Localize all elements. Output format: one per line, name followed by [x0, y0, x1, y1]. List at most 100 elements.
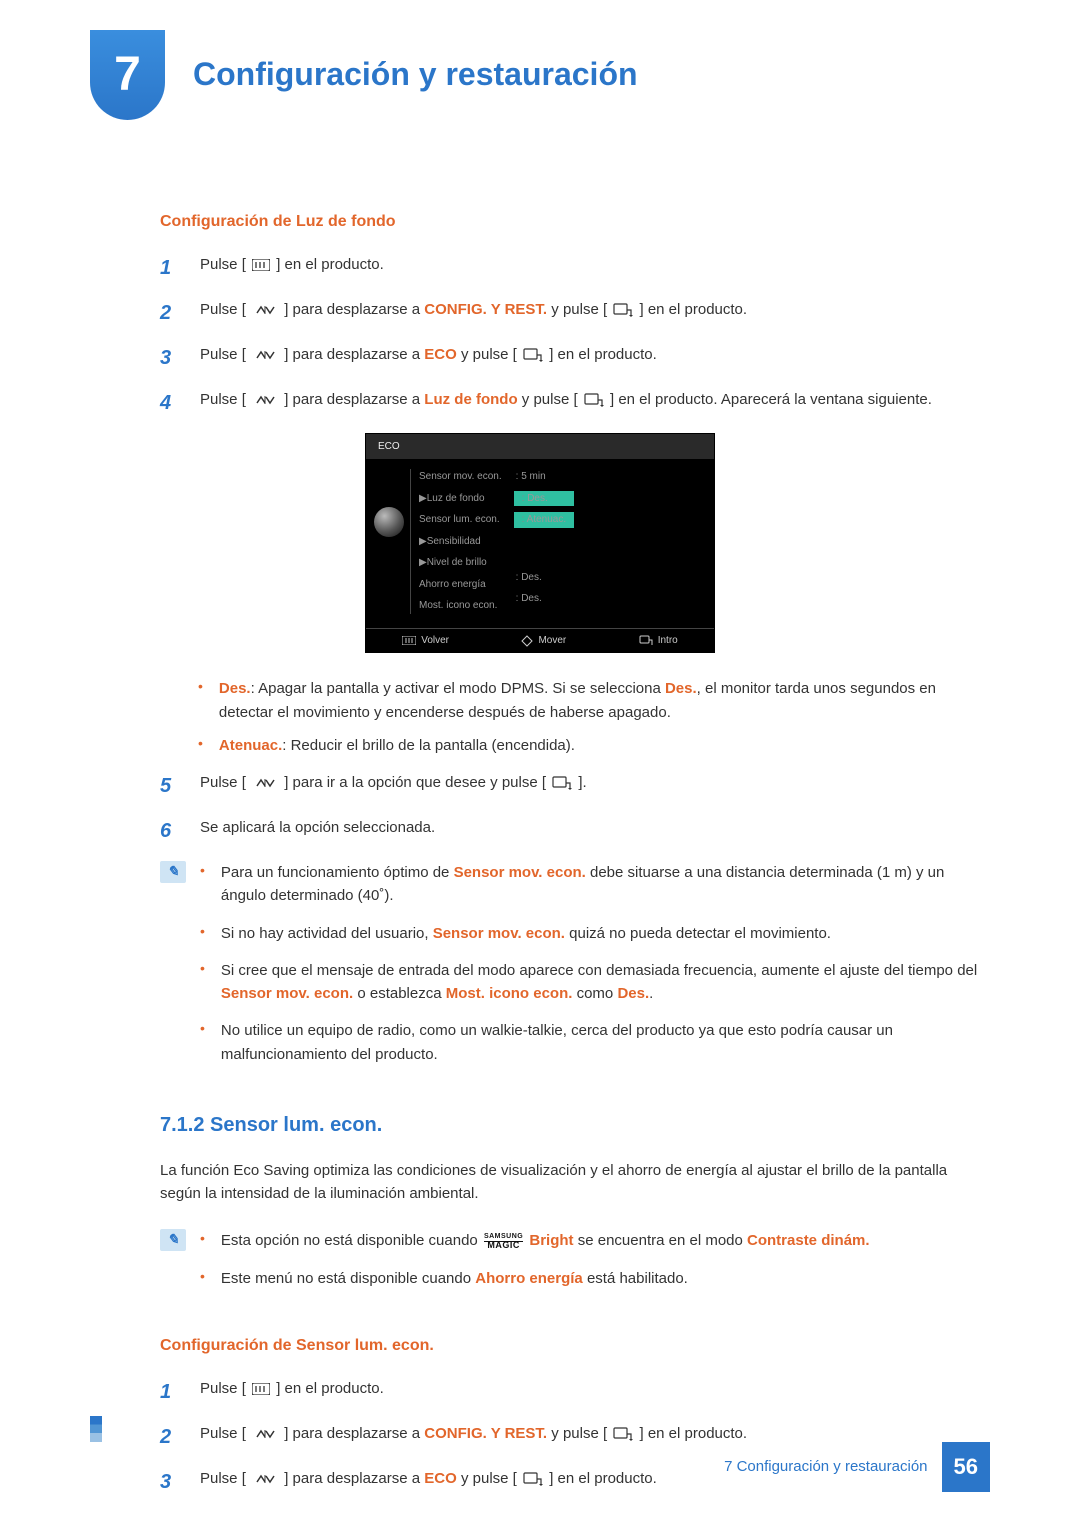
chapter-title: Configuración y restauración: [193, 30, 638, 100]
text: ] en el producto.: [640, 1425, 748, 1442]
osd-label: Ahorro energía: [419, 577, 502, 593]
highlight: Contraste dinám.: [747, 1232, 870, 1249]
step: 3 Pulse [ ] para desplazarse a ECO y pul…: [160, 343, 990, 374]
menu-icon: [252, 259, 270, 271]
right-arrow-icon: ▶: [419, 536, 427, 547]
bullet-icon: •: [200, 959, 205, 1006]
text: ] para desplazarse a: [284, 391, 424, 408]
text: y pulse [: [551, 1425, 607, 1442]
bullet-icon: •: [200, 1229, 205, 1252]
osd-title: ECO: [366, 434, 714, 460]
list-item: • No utilice un equipo de radio, como un…: [200, 1019, 990, 1066]
text: ] en el producto. Aparecerá la ventana s…: [610, 391, 932, 408]
highlight: Bright: [529, 1232, 573, 1249]
step-number: 3: [160, 343, 182, 374]
highlight: Des.: [665, 680, 697, 697]
enter-small-icon: [639, 635, 653, 647]
page-footer: 7 Configuración y restauración 56: [90, 1442, 990, 1498]
osd-knob-icon: [374, 507, 404, 537]
text: ] en el producto.: [276, 1380, 384, 1397]
highlight: Sensor mov. econ.: [454, 864, 586, 881]
updown-icon: [252, 349, 278, 361]
bullet-icon: •: [198, 677, 203, 724]
list-item: • Si no hay actividad del usuario, Senso…: [200, 922, 990, 945]
text: ] para desplazarse a: [284, 1425, 424, 1442]
bullet-icon: •: [198, 734, 203, 757]
updown-icon: [252, 1428, 278, 1440]
step-number: 5: [160, 771, 182, 802]
highlight: Ahorro energía: [475, 1270, 583, 1287]
highlight: Most. icono econ.: [446, 985, 573, 1002]
highlight: Sensor mov. econ.: [221, 985, 353, 1002]
text: Pulse [: [200, 774, 246, 791]
option-descriptions: • Des.: Apagar la pantalla y activar el …: [160, 677, 990, 757]
footer-accent-icon: [90, 1416, 102, 1442]
text: y pulse [: [551, 301, 607, 318]
steps-list-continued: 5 Pulse [ ] para ir a la opción que dese…: [160, 771, 990, 847]
osd-value-empty: [516, 552, 575, 564]
step: 6 Se aplicará la opción seleccionada.: [160, 816, 990, 847]
text: Pulse [: [200, 391, 246, 408]
step-number: 1: [160, 1377, 182, 1408]
text: .: [649, 985, 653, 1002]
osd-value: Des.: [516, 570, 575, 586]
text: Pulse [: [200, 346, 246, 363]
text: : Apagar la pantalla y activar el modo D…: [251, 680, 665, 697]
text: ].: [578, 774, 586, 791]
highlight: CONFIG. Y REST.: [424, 301, 547, 318]
text: Pulse [: [200, 256, 246, 273]
note-icon: ✎: [160, 1229, 186, 1251]
menu-icon: [252, 1383, 270, 1395]
osd-value-empty: [516, 534, 575, 546]
diamond-icon: [521, 635, 533, 647]
text: ] en el producto.: [640, 301, 748, 318]
bullet-icon: •: [200, 922, 205, 945]
highlight: Sensor mov. econ.: [433, 925, 565, 942]
page-number: 56: [942, 1442, 990, 1492]
footer-chapter-label: 7 Configuración y restauración: [724, 1455, 927, 1478]
highlight: Des.: [219, 680, 251, 697]
text: Se aplicará la opción seleccionada.: [200, 816, 990, 847]
list-item: • Des.: Apagar la pantalla y activar el …: [198, 677, 990, 724]
info-block: ✎ • Esta opción no está disponible cuand…: [160, 1229, 990, 1304]
text: se encuentra en el modo: [578, 1232, 747, 1249]
list-item: • Esta opción no está disponible cuando …: [200, 1229, 870, 1252]
text: Para un funcionamiento óptimo de: [221, 864, 454, 881]
osd-value: 5 min: [516, 469, 575, 485]
step-number: 6: [160, 816, 182, 847]
updown-icon: [252, 394, 278, 406]
highlight: ECO: [424, 346, 457, 363]
text: o establezca: [353, 985, 446, 1002]
osd-label: Sensor mov. econ.: [419, 469, 502, 485]
text: ] para desplazarse a: [284, 346, 424, 363]
text: Este menú no está disponible cuando: [221, 1270, 475, 1287]
text: ] para desplazarse a: [284, 301, 424, 318]
text: como: [572, 985, 617, 1002]
enter-icon: [584, 393, 604, 407]
chapter-header: 7 Configuración y restauración: [90, 30, 990, 120]
highlight: Des.: [617, 985, 649, 1002]
note-icon: ✎: [160, 861, 186, 883]
osd-footer-move: Mover: [521, 633, 566, 649]
highlight: Luz de fondo: [424, 391, 517, 408]
step-number: 4: [160, 388, 182, 419]
osd-value-selected: Des.: [516, 491, 575, 507]
list-item: • Para un funcionamiento óptimo de Senso…: [200, 861, 990, 908]
osd-label: ▶Nivel de brillo: [419, 555, 502, 571]
bullet-icon: •: [200, 1019, 205, 1066]
section-heading-712: 7.1.2 Sensor lum. econ.: [160, 1110, 990, 1141]
samsung-magic-icon: SAMSUNGMAGIC: [484, 1234, 523, 1249]
text: ] para ir a la opción que desee y pulse …: [284, 774, 546, 791]
osd-label: ▶Sensibilidad: [419, 534, 502, 550]
highlight: CONFIG. Y REST.: [424, 1425, 547, 1442]
osd-values: 5 min Des. Atenuac. Des. Des.: [510, 469, 575, 614]
section-heading-sensor-lum: Configuración de Sensor lum. econ.: [160, 1334, 990, 1359]
list-item: • Si cree que el mensaje de entrada del …: [200, 959, 990, 1006]
enter-icon: [523, 348, 543, 362]
text: Esta opción no está disponible cuando: [221, 1232, 482, 1249]
text: y pulse [: [461, 346, 517, 363]
updown-icon: [252, 304, 278, 316]
right-arrow-icon: ▶: [419, 493, 427, 504]
bullet-icon: •: [200, 1267, 205, 1290]
text: ] en el producto.: [549, 346, 657, 363]
